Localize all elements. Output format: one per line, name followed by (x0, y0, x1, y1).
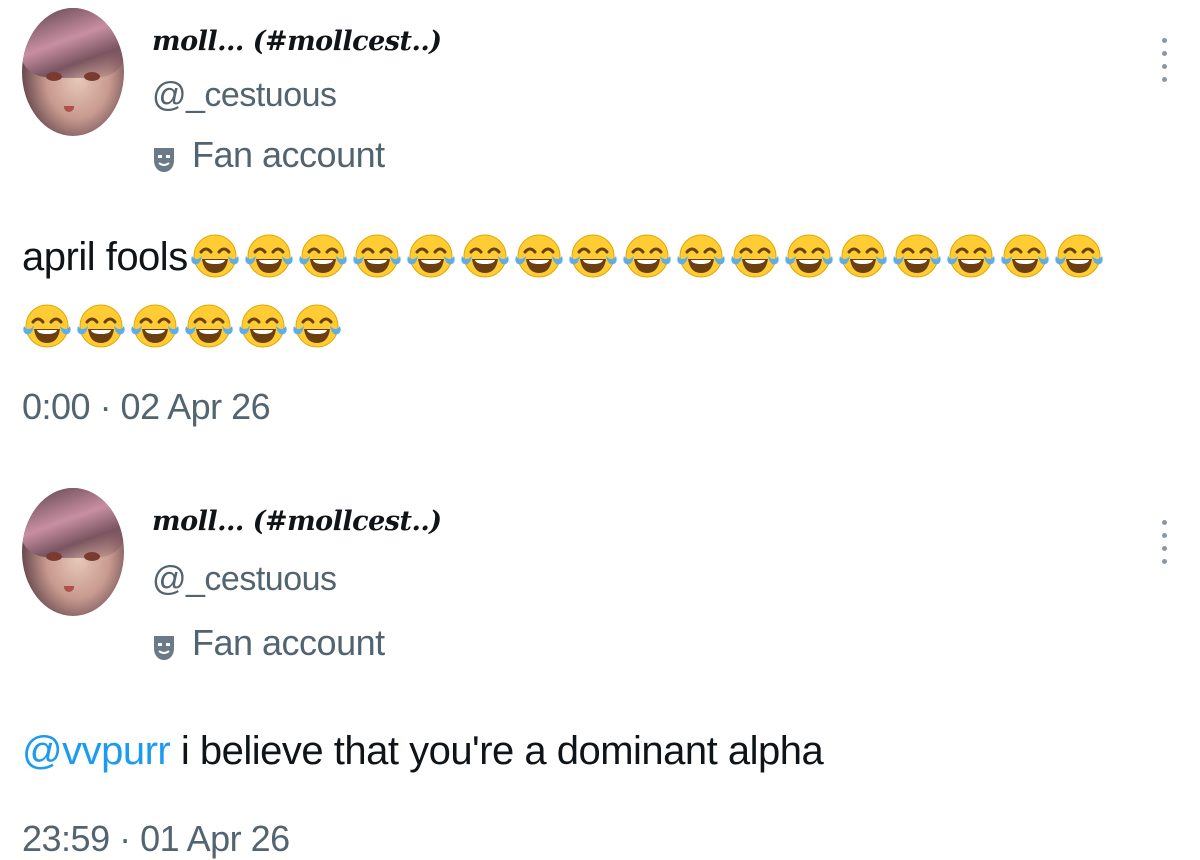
tweet-text-prefix: april fools (22, 235, 188, 279)
tweet-1[interactable]: moll... (#mollcest..) @_cestuous Fan acc… (0, 0, 1200, 450)
tweet-text: april fools (22, 222, 1182, 362)
tweet-text-body: i believe that you're a dominant alpha (170, 729, 824, 773)
face-with-tears-of-joy-emoji (23, 304, 71, 348)
face-with-tears-of-joy-emoji (515, 234, 563, 278)
tweet-timestamp[interactable]: 23:59 · 01 Apr 26 (22, 818, 290, 860)
face-with-tears-of-joy-emoji (131, 304, 179, 348)
face-with-tears-of-joy-emoji (239, 304, 287, 348)
face-with-tears-of-joy-emoji (1001, 234, 1049, 278)
face-with-tears-of-joy-emoji (353, 234, 401, 278)
tweet-text: @vvpurr i believe that you're a dominant… (22, 716, 1182, 786)
face-with-tears-of-joy-emoji (677, 234, 725, 278)
face-with-tears-of-joy-emoji (245, 234, 293, 278)
account-label-row: Fan account (152, 134, 385, 176)
account-label: Fan account (192, 622, 385, 663)
user-handle[interactable]: @_cestuous (152, 76, 337, 115)
face-with-tears-of-joy-emoji (785, 234, 833, 278)
avatar[interactable] (22, 488, 124, 616)
face-with-tears-of-joy-emoji (407, 234, 455, 278)
mention-link[interactable]: @vvpurr (22, 729, 171, 773)
face-with-tears-of-joy-emoji (461, 234, 509, 278)
face-with-tears-of-joy-emoji (77, 304, 125, 348)
more-vertical-icon[interactable] (1160, 520, 1168, 564)
face-with-tears-of-joy-emoji (839, 234, 887, 278)
face-with-tears-of-joy-emoji (191, 234, 239, 278)
theater-mask-icon (152, 629, 176, 660)
face-with-tears-of-joy-emoji (893, 234, 941, 278)
face-with-tears-of-joy-emoji (731, 234, 779, 278)
more-vertical-icon[interactable] (1160, 38, 1168, 82)
tweet-timestamp[interactable]: 0:00 · 02 Apr 26 (22, 386, 271, 428)
face-with-tears-of-joy-emoji (293, 304, 341, 348)
face-with-tears-of-joy-emoji (623, 234, 671, 278)
face-with-tears-of-joy-emoji (569, 234, 617, 278)
account-label-row: Fan account (152, 622, 385, 664)
face-with-tears-of-joy-emoji (185, 304, 233, 348)
face-with-tears-of-joy-emoji (299, 234, 347, 278)
theater-mask-icon (152, 141, 176, 172)
avatar[interactable] (22, 8, 124, 136)
face-with-tears-of-joy-emoji (1055, 234, 1103, 278)
account-label: Fan account (192, 134, 385, 175)
user-handle[interactable]: @_cestuous (152, 560, 337, 599)
display-name[interactable]: moll... (#mollcest..) (152, 26, 442, 57)
tweet-2[interactable]: moll... (#mollcest..) @_cestuous Fan acc… (0, 480, 1200, 859)
face-with-tears-of-joy-emoji (947, 234, 995, 278)
display-name[interactable]: moll... (#mollcest..) (152, 506, 442, 537)
